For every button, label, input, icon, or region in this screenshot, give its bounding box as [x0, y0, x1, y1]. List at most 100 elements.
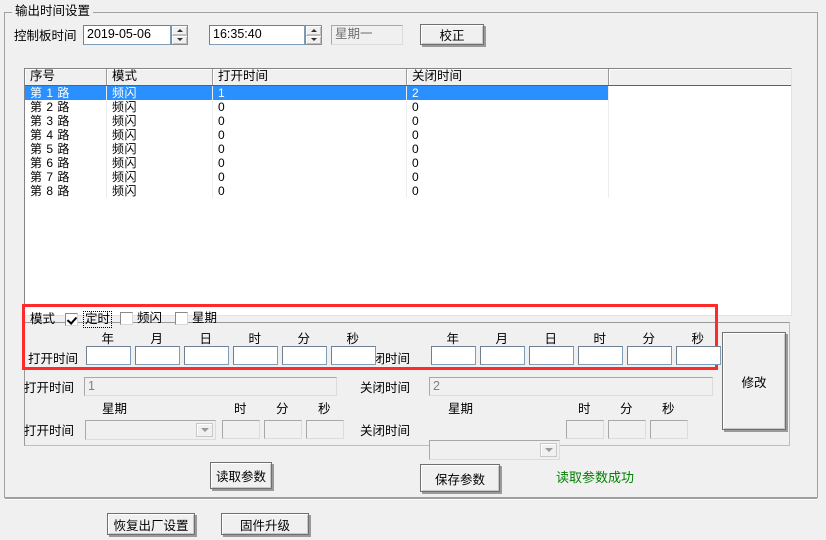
column-header-mode[interactable]: 模式 [107, 69, 213, 85]
table-row[interactable]: 第 4 路频闪 0 0 [25, 128, 791, 142]
row-selection-zone: 第 6 路频闪 0 0 [25, 156, 609, 170]
row-selection-zone: 第 5 路频闪 0 0 [25, 142, 609, 156]
timer-close-input-秒[interactable] [676, 346, 721, 365]
timer-open-input-日[interactable] [184, 346, 229, 365]
mode-option-week[interactable]: 星期 [175, 311, 217, 326]
cell-mode: 频闪 [107, 128, 213, 142]
cell-index: 第 3 路 [25, 114, 107, 128]
cell-on-time: 0 [213, 184, 407, 198]
control-board-time-label: 控制板时间 [14, 29, 77, 43]
strobe-close-time-label: 关闭时间 [360, 381, 411, 395]
checkbox-week[interactable] [175, 312, 188, 325]
mode-option-timer-label: 定时 [83, 311, 113, 328]
timer-close-input-分[interactable] [627, 346, 672, 365]
week-close-input-时[interactable] [566, 420, 604, 439]
timer-open-unit-label-月: 月 [150, 332, 164, 346]
cell-index: 第 5 路 [25, 142, 107, 156]
time-spinner-down[interactable] [306, 36, 321, 45]
output-schedule-list[interactable]: 序号 模式 打开时间 关闭时间 第 1 路频闪 1 2 第 2 路频闪 0 0 第 3 路频… [24, 68, 792, 316]
factory-reset-button[interactable]: 恢复出厂设置 [107, 513, 195, 535]
column-header-off[interactable]: 关闭时间 [407, 69, 609, 85]
cell-off-time: 0 [407, 184, 609, 198]
mode-option-timer[interactable]: 定时 [65, 311, 113, 328]
table-row[interactable]: 第 5 路频闪 0 0 [25, 142, 791, 156]
column-header-on[interactable]: 打开时间 [213, 69, 407, 85]
column-header-spare[interactable] [609, 69, 791, 85]
read-params-button[interactable]: 读取参数 [210, 462, 272, 489]
week-close-input-秒[interactable] [650, 420, 688, 439]
cell-spare [609, 170, 791, 184]
modify-button[interactable]: 修改 [722, 332, 786, 430]
timer-close-input-日[interactable] [529, 346, 574, 365]
week-open-weekday-select[interactable] [85, 420, 216, 440]
mode-option-strobe[interactable]: 频闪 [120, 311, 162, 326]
checkbox-strobe[interactable] [120, 312, 133, 325]
row-selection-zone: 第 2 路频闪 0 0 [25, 100, 609, 114]
timer-open-input-秒[interactable] [331, 346, 376, 365]
correct-time-button[interactable]: 校正 [420, 24, 484, 45]
time-spinner[interactable] [305, 25, 322, 45]
strobe-open-input[interactable]: 1 [84, 377, 337, 396]
timer-open-input-年[interactable] [86, 346, 131, 365]
table-row[interactable]: 第 7 路频闪 0 0 [25, 170, 791, 184]
cell-on-time: 0 [213, 142, 407, 156]
save-params-button[interactable]: 保存参数 [420, 464, 500, 492]
date-spinner[interactable] [171, 25, 188, 45]
week-close-weekday-label: 星期 [448, 402, 474, 416]
firmware-upgrade-button[interactable]: 固件升级 [221, 513, 309, 535]
table-row[interactable]: 第 1 路频闪 1 2 [25, 86, 791, 100]
row-selection-zone: 第 8 路频闪 0 0 [25, 184, 609, 198]
date-input[interactable]: 2019-05-06 [83, 25, 171, 45]
timer-close-input-月[interactable] [480, 346, 525, 365]
cell-spare [609, 128, 791, 142]
week-open-input-时[interactable] [222, 420, 260, 439]
column-header-index[interactable]: 序号 [25, 69, 107, 85]
week-open-input-分[interactable] [264, 420, 302, 439]
week-close-unit-label-时: 时 [578, 402, 591, 416]
cell-mode: 频闪 [107, 142, 213, 156]
cell-index: 第 2 路 [25, 100, 107, 114]
cell-on-time: 0 [213, 128, 407, 142]
cell-mode: 频闪 [107, 184, 213, 198]
date-spinner-up[interactable] [172, 26, 187, 36]
timer-open-unit-label-年: 年 [101, 332, 115, 346]
weekday-display: 星期一 [331, 25, 403, 45]
cell-off-time: 0 [407, 128, 609, 142]
week-close-input-分[interactable] [608, 420, 646, 439]
checkbox-timer[interactable] [65, 313, 78, 326]
week-open-weekday-label: 星期 [102, 402, 128, 416]
table-row[interactable]: 第 8 路频闪 0 0 [25, 184, 791, 198]
timer-close-unit-label-年: 年 [446, 332, 460, 346]
table-row[interactable]: 第 3 路频闪 0 0 [25, 114, 791, 128]
timer-close-unit-label-秒: 秒 [691, 332, 705, 346]
cell-spare [609, 114, 791, 128]
row-selection-zone: 第 1 路频闪 1 2 [25, 86, 609, 100]
timer-close-input-年[interactable] [431, 346, 476, 365]
week-open-input-秒[interactable] [306, 420, 344, 439]
chevron-down-icon[interactable] [196, 423, 213, 437]
strobe-close-input[interactable]: 2 [429, 377, 713, 396]
week-close-time-label: 关闭时间 [360, 424, 411, 438]
timer-close-unit-label-月: 月 [495, 332, 509, 346]
table-row[interactable]: 第 2 路频闪 0 0 [25, 100, 791, 114]
mode-option-strobe-label: 频闪 [137, 311, 163, 325]
week-close-weekday-select[interactable] [429, 440, 560, 460]
timer-open-input-分[interactable] [282, 346, 327, 365]
bottom-separator [5, 498, 817, 500]
time-spinner-up[interactable] [306, 26, 321, 36]
cell-on-time: 0 [213, 100, 407, 114]
time-input[interactable]: 16:35:40 [209, 25, 305, 45]
date-spinner-down[interactable] [172, 36, 187, 45]
timer-close-input-时[interactable] [578, 346, 623, 365]
cell-index: 第 1 路 [25, 86, 107, 100]
timer-close-unit-label-时: 时 [593, 332, 607, 346]
cell-on-time: 0 [213, 170, 407, 184]
chevron-down-icon-2[interactable] [540, 443, 557, 457]
cell-mode: 频闪 [107, 156, 213, 170]
timer-close-unit-label-日: 日 [544, 332, 558, 346]
timer-open-input-月[interactable] [135, 346, 180, 365]
table-row[interactable]: 第 6 路频闪 0 0 [25, 156, 791, 170]
timer-open-input-时[interactable] [233, 346, 278, 365]
cell-index: 第 7 路 [25, 170, 107, 184]
cell-mode: 频闪 [107, 86, 213, 100]
